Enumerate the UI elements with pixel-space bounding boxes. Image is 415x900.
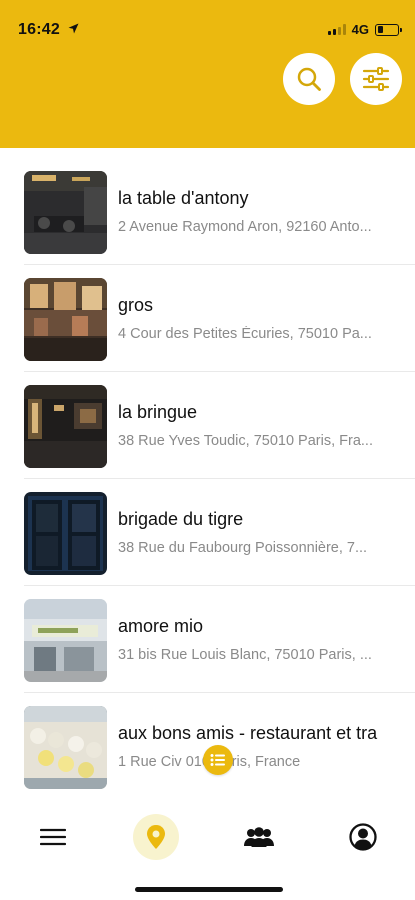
signal-icon [327,24,346,35]
search-icon [297,67,321,91]
restaurant-address: 38 Rue Yves Toudic, 75010 Paris, Fra... [118,433,373,449]
restaurant-photo [24,385,107,468]
restaurant-name: amore mio [118,616,204,636]
status-time: 16:42 [18,21,60,38]
restaurant-photo [24,492,107,575]
group-icon [244,827,274,847]
hamburger-menu-icon [40,828,66,846]
map-pin-icon [147,825,165,849]
list-item[interactable]: amore mio 31 bis Rue Louis Blanc, 75010 … [24,586,415,693]
restaurant-address: 1 Rue Civ 010 Paris, France [118,754,301,770]
list-item[interactable]: brigade du tigre 38 Rue du Faubourg Pois… [24,479,415,586]
restaurant-name: brigade du tigre [118,509,244,529]
search-button[interactable] [283,53,335,105]
restaurant-name: la table d'antony [118,188,249,208]
list-icon [210,754,225,766]
restaurant-photo [24,599,107,682]
restaurant-address: 38 Rue du Faubourg Poissonnière, 7... [118,540,368,556]
restaurant-address: 4 Cour des Petites Écuries, 75010 Pa... [118,326,372,342]
list-item[interactable]: gros 4 Cour des Petites Écuries, 75010 P… [24,265,415,372]
tab-profile[interactable] [340,814,386,860]
restaurant-address: 31 bis Rue Louis Blanc, 75010 Paris, ... [118,647,372,663]
restaurant-name: gros [118,295,154,315]
location-arrow-icon [68,23,79,34]
restaurant-name: aux bons amis - restaurant et tra [118,723,378,743]
status-bar: 16:42 4G [0,0,415,60]
restaurant-photo [24,278,107,361]
restaurant-list: la table d'antony 2 Avenue Raymond Aron,… [0,158,415,800]
tab-map[interactable] [133,814,179,860]
restaurant-photo [24,171,107,254]
tab-bar [0,800,415,900]
filter-sliders-icon [362,67,390,91]
status-indicators: 4G [327,22,402,37]
profile-icon [349,823,377,851]
battery-icon [375,23,402,36]
list-view-button[interactable] [203,745,233,775]
app-header: 16:42 4G [0,0,415,148]
restaurant-name: la bringue [118,402,198,422]
restaurant-address: 2 Avenue Raymond Aron, 92160 Anto... [118,219,372,235]
restaurant-photo [24,706,107,789]
list-item[interactable]: la bringue 38 Rue Yves Toudic, 75010 Par… [24,372,415,479]
filter-button[interactable] [350,53,402,105]
list-item[interactable]: la table d'antony 2 Avenue Raymond Aron,… [24,158,415,265]
home-indicator [135,887,283,892]
tab-community[interactable] [236,814,282,860]
network-label: 4G [351,22,369,37]
tab-menu[interactable] [30,814,76,860]
